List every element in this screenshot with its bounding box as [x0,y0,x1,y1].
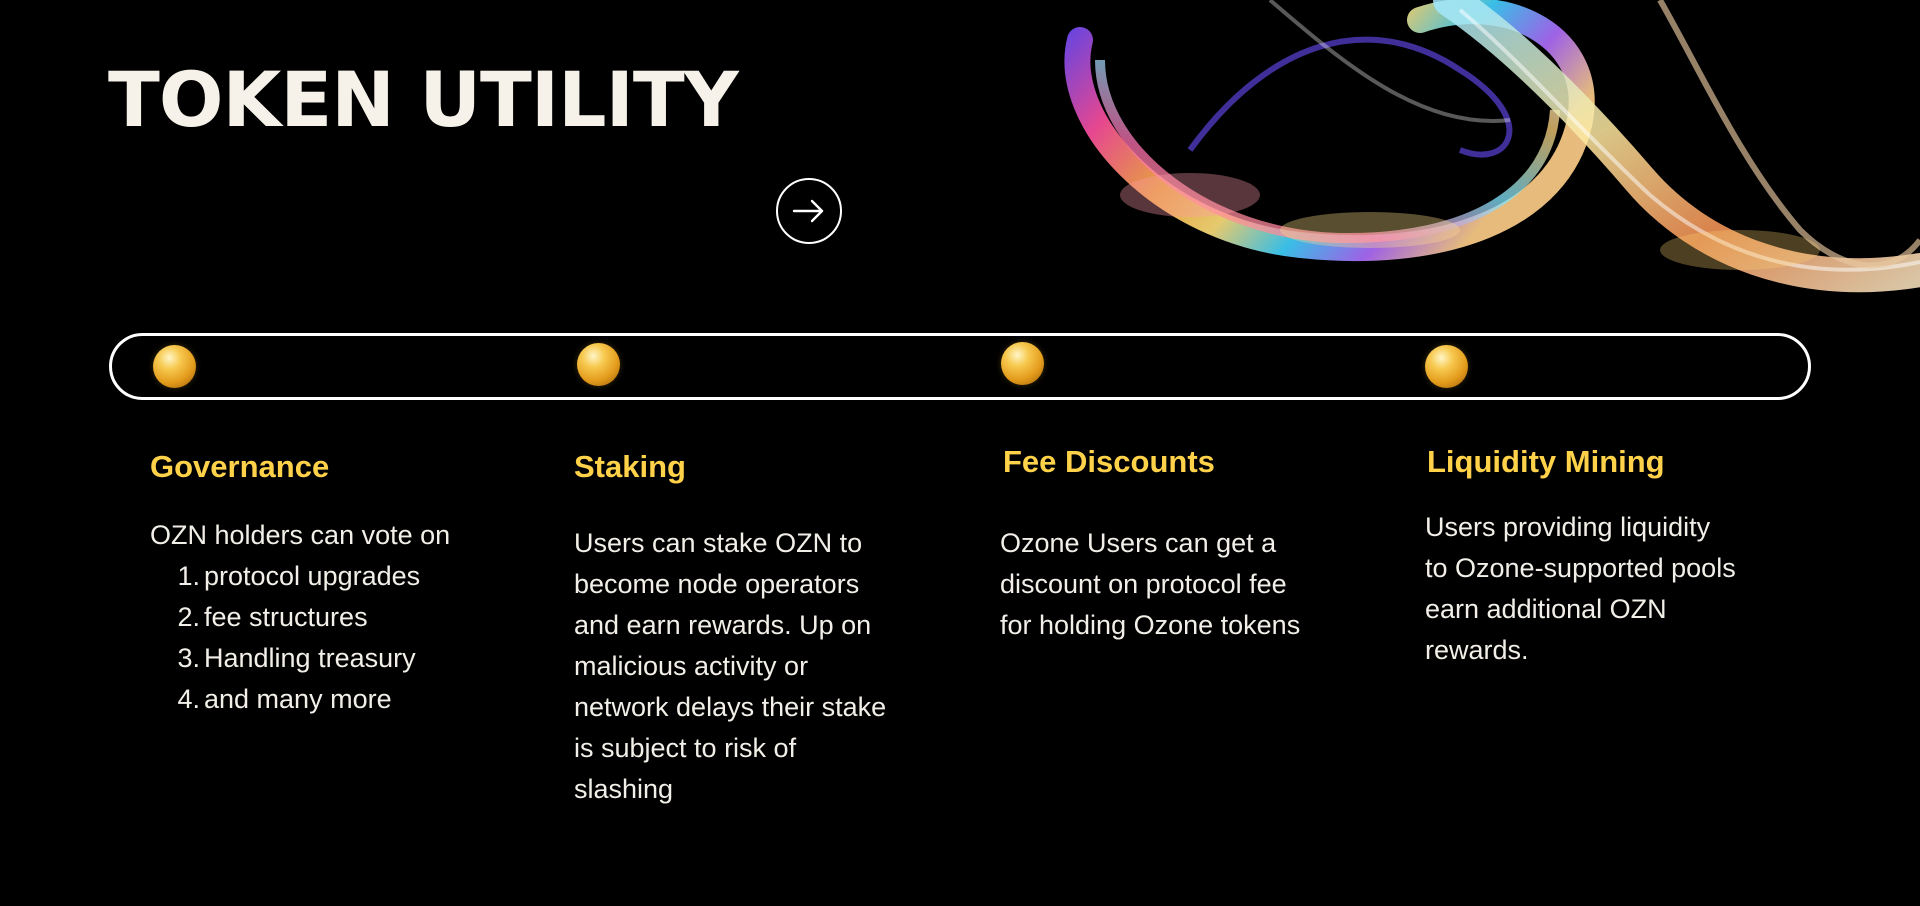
feature-text-line: malicious activity or [574,651,809,682]
next-button[interactable] [776,178,842,244]
governance-list: 1. protocol upgrades 2. fee structures 3. H… [150,556,510,720]
feature-title: Liquidity Mining [1427,444,1665,479]
feature-staking: Staking Users can stake OZN to become no… [574,448,934,810]
feature-text-line: become node operators [574,569,860,600]
hero-art-ribbon [1040,0,1920,320]
feature-text-line: Users providing liquidity [1425,512,1711,543]
feature-text-line: and earn rewards. Up on [574,610,872,641]
feature-governance: Governance OZN holders can vote on 1. pro… [150,448,510,720]
timeline-track [109,333,1811,400]
feature-text-line: Ozone Users can get a [1000,528,1277,559]
list-item: 2. fee structures [177,602,368,633]
feature-title: Governance [150,449,330,484]
list-item: 3. Handling treasury [177,643,416,674]
feature-text-line: for holding Ozone tokens [1000,610,1301,641]
feature-text-line: slashing [574,774,674,805]
feature-intro: OZN holders can vote on [150,520,451,551]
timeline-marker [1001,342,1044,385]
feature-text-line: rewards. [1425,635,1529,666]
feature-text-line: discount on protocol fee [1000,569,1287,600]
timeline-marker [1425,345,1468,388]
feature-text-line: is subject to risk of [574,733,797,764]
feature-text-line: to Ozone-supported pools [1425,553,1736,584]
arrow-right-icon [792,199,824,223]
feature-text-line: earn additional OZN [1425,594,1667,625]
list-item: 4. and many more [177,684,392,715]
feature-fee-discounts: Fee Discounts Ozone Users can get a disc… [1000,443,1363,646]
page-title: TOKEN UTILITY [108,55,739,144]
feature-text-line: network delays their stake [574,692,887,723]
list-item: 1. protocol upgrades [177,561,421,592]
feature-text-line: Users can stake OZN to [574,528,863,559]
feature-liquidity-mining: Liquidity Mining Users providing liquidi… [1425,443,1787,671]
timeline-marker [153,345,196,388]
feature-title: Fee Discounts [1003,444,1215,479]
feature-title: Staking [574,449,686,484]
timeline-marker [577,343,620,386]
